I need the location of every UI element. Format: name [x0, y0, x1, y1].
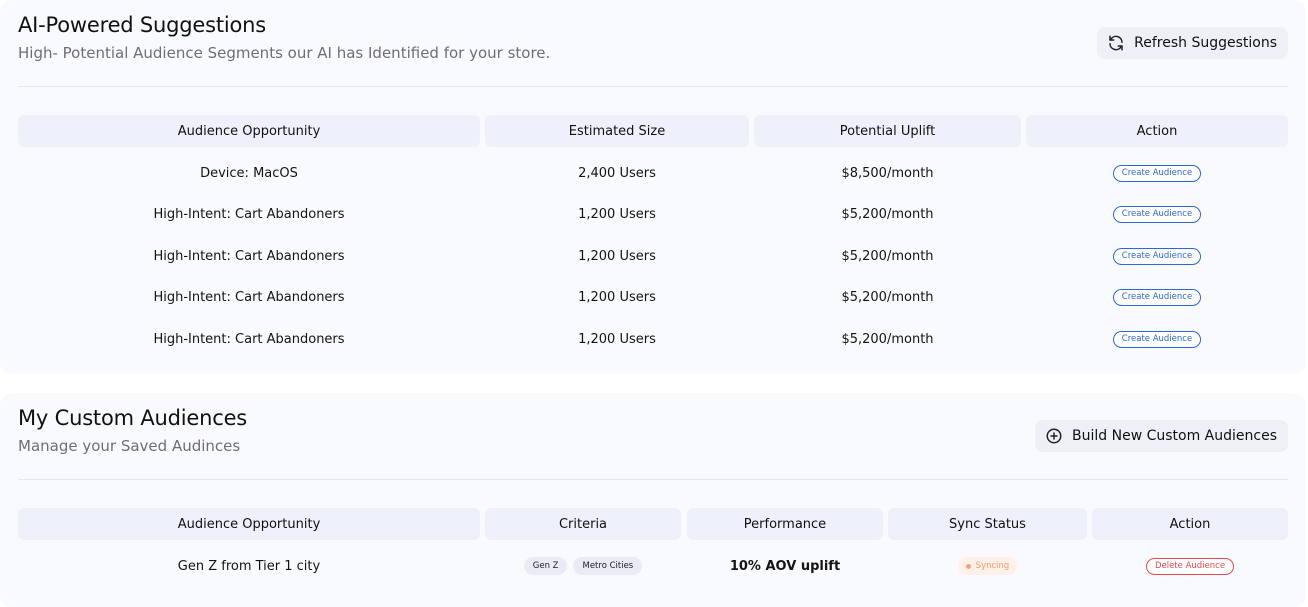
table-row: High-Intent: Cart Abandoners 1,200 Users…	[18, 246, 1288, 266]
column-header-action: Action	[1026, 115, 1288, 147]
table-row: High-Intent: Cart Abandoners 1,200 Users…	[18, 287, 1288, 307]
action-cell: Create Audience	[1026, 246, 1288, 266]
performance-cell: 10% AOV uplift	[729, 558, 841, 574]
column-header-audience-opportunity: Audience Opportunity	[18, 115, 480, 147]
refresh-suggestions-button[interactable]: Refresh Suggestions	[1097, 27, 1288, 59]
potential-uplift-cell: $5,200/month	[841, 289, 934, 305]
potential-uplift-cell: $5,200/month	[841, 248, 934, 264]
action-cell: Create Audience	[1026, 163, 1288, 183]
criteria-tag: Gen Z	[523, 557, 568, 575]
table-row: Gen Z from Tier 1 city Gen Z Metro Citie…	[18, 556, 1288, 576]
action-cell: Create Audience	[1026, 329, 1288, 349]
estimated-size-cell: 1,200 Users	[578, 331, 656, 347]
custom-audiences-panel: My Custom Audiences Manage your Saved Au…	[0, 393, 1306, 607]
audience-cell: High-Intent: Cart Abandoners	[153, 248, 345, 264]
column-header-criteria: Criteria	[485, 508, 681, 540]
column-header-action: Action	[1092, 508, 1288, 540]
create-audience-button[interactable]: Create Audience	[1112, 288, 1202, 306]
ai-suggestions-subtitle: High- Potential Audience Segments our AI…	[18, 44, 551, 62]
action-cell: Create Audience	[1026, 204, 1288, 224]
plus-circle-icon	[1045, 427, 1063, 445]
estimated-size-cell: 1,200 Users	[578, 289, 656, 305]
audience-cell: Device: MacOS	[200, 165, 298, 181]
sync-status-cell: Syncing	[888, 556, 1087, 576]
estimated-size-cell: 1,200 Users	[578, 206, 656, 222]
refresh-suggestions-label: Refresh Suggestions	[1134, 35, 1277, 51]
custom-audiences-title: My Custom Audiences	[18, 406, 248, 430]
column-header-performance: Performance	[687, 508, 883, 540]
column-header-sync-status: Sync Status	[888, 508, 1087, 540]
criteria-tag: Metro Cities	[573, 557, 643, 575]
estimated-size-cell: 2,400 Users	[578, 165, 656, 181]
action-cell: Create Audience	[1026, 287, 1288, 307]
build-custom-audience-button[interactable]: Build New Custom Audiences	[1035, 420, 1288, 452]
custom-audiences-subtitle: Manage your Saved Audinces	[18, 437, 241, 455]
potential-uplift-cell: $5,200/month	[841, 331, 934, 347]
ai-suggestions-title: AI-Powered Suggestions	[18, 13, 267, 37]
column-header-potential-uplift: Potential Uplift	[754, 115, 1021, 147]
table-row: Device: MacOS 2,400 Users $8,500/month C…	[18, 163, 1288, 183]
audience-cell: High-Intent: Cart Abandoners	[153, 289, 345, 305]
audience-cell: Gen Z from Tier 1 city	[177, 558, 321, 574]
build-custom-audience-label: Build New Custom Audiences	[1072, 428, 1277, 444]
status-label: Syncing	[975, 561, 1010, 571]
create-audience-button[interactable]: Create Audience	[1112, 205, 1202, 223]
delete-audience-button[interactable]: Delete Audience	[1145, 557, 1235, 575]
status-badge: Syncing	[957, 557, 1018, 575]
table-row: High-Intent: Cart Abandoners 1,200 Users…	[18, 204, 1288, 224]
potential-uplift-cell: $8,500/month	[841, 165, 934, 181]
ai-suggestions-panel: AI-Powered Suggestions High- Potential A…	[0, 0, 1306, 374]
table-row: High-Intent: Cart Abandoners 1,200 Users…	[18, 329, 1288, 349]
column-header-estimated-size: Estimated Size	[485, 115, 749, 147]
divider	[18, 86, 1288, 87]
create-audience-button[interactable]: Create Audience	[1112, 330, 1202, 348]
refresh-icon	[1107, 34, 1125, 52]
audience-cell: High-Intent: Cart Abandoners	[153, 206, 345, 222]
audience-cell: High-Intent: Cart Abandoners	[153, 331, 345, 347]
custom-table-header: Audience Opportunity Criteria Performanc…	[18, 508, 1288, 540]
potential-uplift-cell: $5,200/month	[841, 206, 934, 222]
action-cell: Delete Audience	[1092, 556, 1288, 576]
create-audience-button[interactable]: Create Audience	[1112, 247, 1202, 265]
ai-table-header: Audience Opportunity Estimated Size Pote…	[18, 115, 1288, 147]
create-audience-button[interactable]: Create Audience	[1112, 164, 1202, 182]
status-dot-icon	[965, 563, 971, 569]
column-header-audience-opportunity: Audience Opportunity	[18, 508, 480, 540]
estimated-size-cell: 1,200 Users	[578, 248, 656, 264]
divider	[18, 479, 1288, 480]
criteria-cell: Gen Z Metro Cities	[485, 556, 681, 576]
